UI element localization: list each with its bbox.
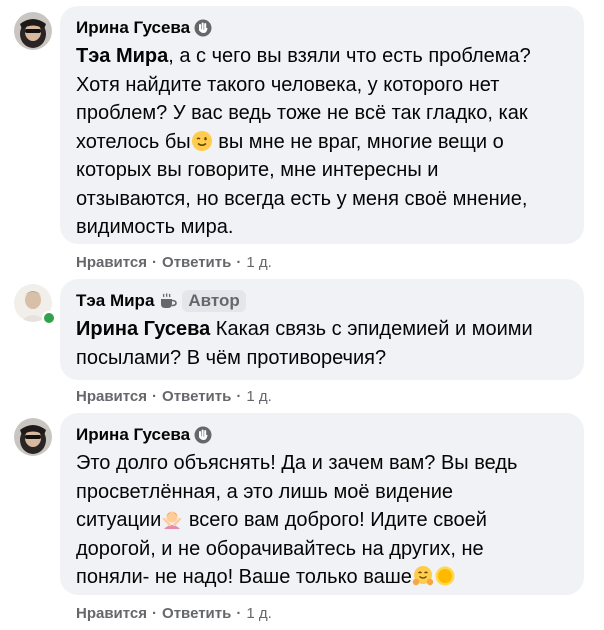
- waving-hand-icon: [194, 19, 212, 37]
- reply-button[interactable]: Ответить: [162, 388, 231, 405]
- comment-author[interactable]: Ирина Гусева: [76, 425, 190, 445]
- reply-button[interactable]: Ответить: [162, 605, 231, 622]
- comment-actions: Нравится · Ответить · 1 д.: [76, 387, 272, 405]
- coffee-cup-icon: [158, 292, 178, 310]
- reply-button[interactable]: Ответить: [162, 254, 231, 271]
- winking-face-emoji: [191, 130, 213, 152]
- avatar-irina[interactable]: [14, 12, 52, 50]
- comment-author[interactable]: Ирина Гусева: [76, 18, 190, 38]
- like-button[interactable]: Нравится: [76, 388, 147, 405]
- online-status-dot: [42, 311, 56, 325]
- like-button[interactable]: Нравится: [76, 254, 147, 271]
- author-badge: Автор: [182, 290, 246, 312]
- comment-text: Это долго объяснять! Да и зачем вам? Вы …: [76, 452, 518, 588]
- comment-actions: Нравится · Ответить · 1 д.: [76, 253, 272, 271]
- hugging-face-emoji: [412, 565, 434, 587]
- comment-timestamp[interactable]: 1 д.: [246, 605, 271, 622]
- comment-bubble: Ирина Гусева Тэа Мира, а с чего вы взяли…: [60, 6, 584, 244]
- avatar-irina[interactable]: [14, 418, 52, 456]
- comment-author[interactable]: Тэа Мира: [76, 291, 154, 311]
- comment-text: Ирина Гусева Какая связь с эпидемией и м…: [76, 318, 533, 369]
- comment-actions: Нравится · Ответить · 1 д.: [76, 604, 272, 622]
- sun-emoji: [434, 565, 456, 587]
- mention-link[interactable]: Тэа Мира: [76, 45, 168, 67]
- mention-link[interactable]: Ирина Гусева: [76, 318, 210, 340]
- comment-bubble: Ирина Гусева Это долго объяснять! Да и з…: [60, 413, 584, 595]
- comment-bubble: Тэа Мира Автор Ирина Гусева Какая связь …: [60, 279, 584, 380]
- waving-hand-icon: [194, 426, 212, 444]
- comment-timestamp[interactable]: 1 д.: [246, 254, 271, 271]
- like-button[interactable]: Нравится: [76, 605, 147, 622]
- person-gesturing-no-emoji: [161, 508, 183, 530]
- comment-timestamp[interactable]: 1 д.: [246, 388, 271, 405]
- comment-text: Тэа Мира, а с чего вы взяли что есть про…: [76, 45, 531, 238]
